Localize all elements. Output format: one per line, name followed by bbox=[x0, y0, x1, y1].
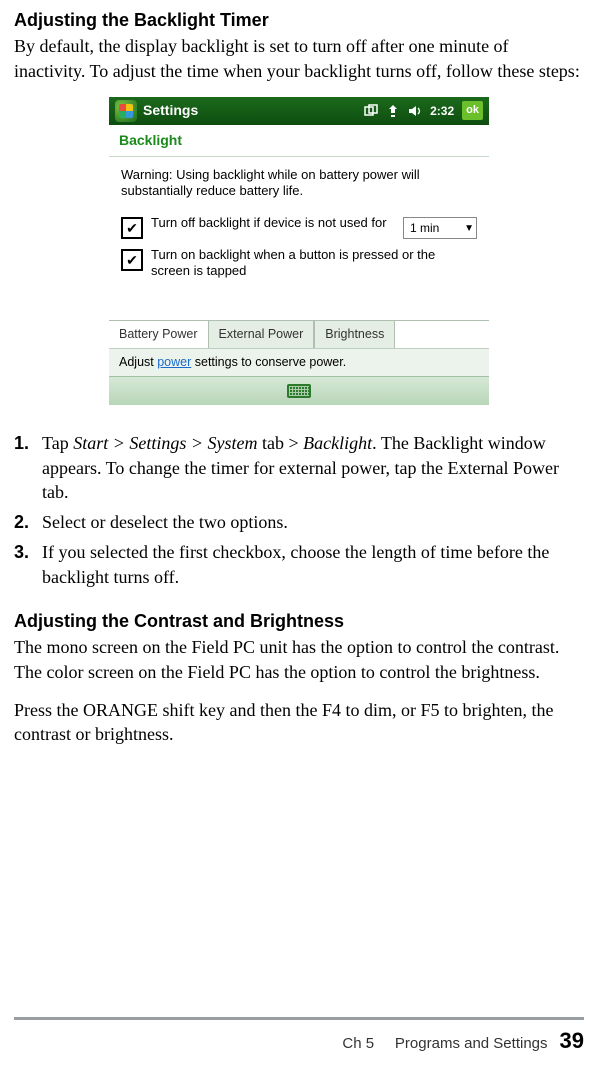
step1-path: Start > Settings > System bbox=[73, 433, 257, 453]
checkbox-turn-on-backlight[interactable]: ✔ bbox=[121, 249, 143, 271]
titlebar: Settings 2:32 ok bbox=[109, 97, 489, 125]
tab-battery-power[interactable]: Battery Power bbox=[109, 321, 208, 348]
cards-icon[interactable] bbox=[364, 104, 378, 118]
window-title: Settings bbox=[143, 101, 364, 120]
step-number: 2. bbox=[14, 510, 42, 534]
intro-paragraph: By default, the display backlight is set… bbox=[14, 34, 584, 83]
section-heading-contrast: Adjusting the Contrast and Brightness bbox=[14, 609, 584, 633]
bottom-bar bbox=[109, 376, 489, 405]
volume-icon[interactable] bbox=[408, 104, 422, 118]
step1-c: tab > bbox=[258, 433, 304, 453]
step-2-text: Select or deselect the two options. bbox=[42, 510, 584, 534]
duration-dropdown[interactable]: 1 min ▼ bbox=[403, 217, 477, 239]
clock-time: 2:32 bbox=[430, 103, 454, 119]
step-number: 3. bbox=[14, 540, 42, 589]
connectivity-icon[interactable] bbox=[386, 104, 400, 118]
duration-value: 1 min bbox=[410, 220, 439, 236]
step-number: 1. bbox=[14, 431, 42, 504]
warning-text: Warning: Using backlight while on batter… bbox=[109, 157, 489, 214]
section-heading-backlight: Adjusting the Backlight Timer bbox=[14, 8, 584, 32]
option1-label: Turn off backlight if device is not used… bbox=[151, 215, 395, 231]
step1-a: Tap bbox=[42, 433, 73, 453]
chapter-label: Ch 5 Programs and Settings bbox=[342, 1034, 547, 1054]
panel-title: Backlight bbox=[109, 125, 489, 157]
option2-label: Turn on backlight when a button is press… bbox=[151, 247, 477, 278]
start-icon[interactable] bbox=[115, 100, 137, 122]
tab-external-power[interactable]: External Power bbox=[208, 321, 315, 348]
checkbox-turn-off-backlight[interactable]: ✔ bbox=[121, 217, 143, 239]
power-link[interactable]: power bbox=[157, 355, 191, 369]
contrast-paragraph-2: Press the ORANGE shift key and then the … bbox=[14, 698, 584, 747]
tab-brightness[interactable]: Brightness bbox=[314, 321, 395, 348]
ok-button[interactable]: ok bbox=[462, 101, 483, 120]
step-3-text: If you selected the first checkbox, choo… bbox=[42, 540, 584, 589]
step-1-text: Tap Start > Settings > System tab > Back… bbox=[42, 431, 584, 504]
hint-post: settings to conserve power. bbox=[191, 355, 346, 369]
hint-pre: Adjust bbox=[119, 355, 157, 369]
footer-rule bbox=[14, 1017, 584, 1020]
chevron-down-icon: ▼ bbox=[464, 222, 474, 236]
page-number: 39 bbox=[560, 1026, 584, 1056]
step1-backlight: Backlight bbox=[303, 433, 372, 453]
power-hint: Adjust power settings to conserve power. bbox=[109, 348, 489, 376]
device-screenshot: Settings 2:32 ok Backlight Warning: Usin… bbox=[14, 97, 584, 405]
contrast-paragraph-1: The mono screen on the Field PC unit has… bbox=[14, 635, 584, 684]
keyboard-icon[interactable] bbox=[287, 384, 311, 398]
